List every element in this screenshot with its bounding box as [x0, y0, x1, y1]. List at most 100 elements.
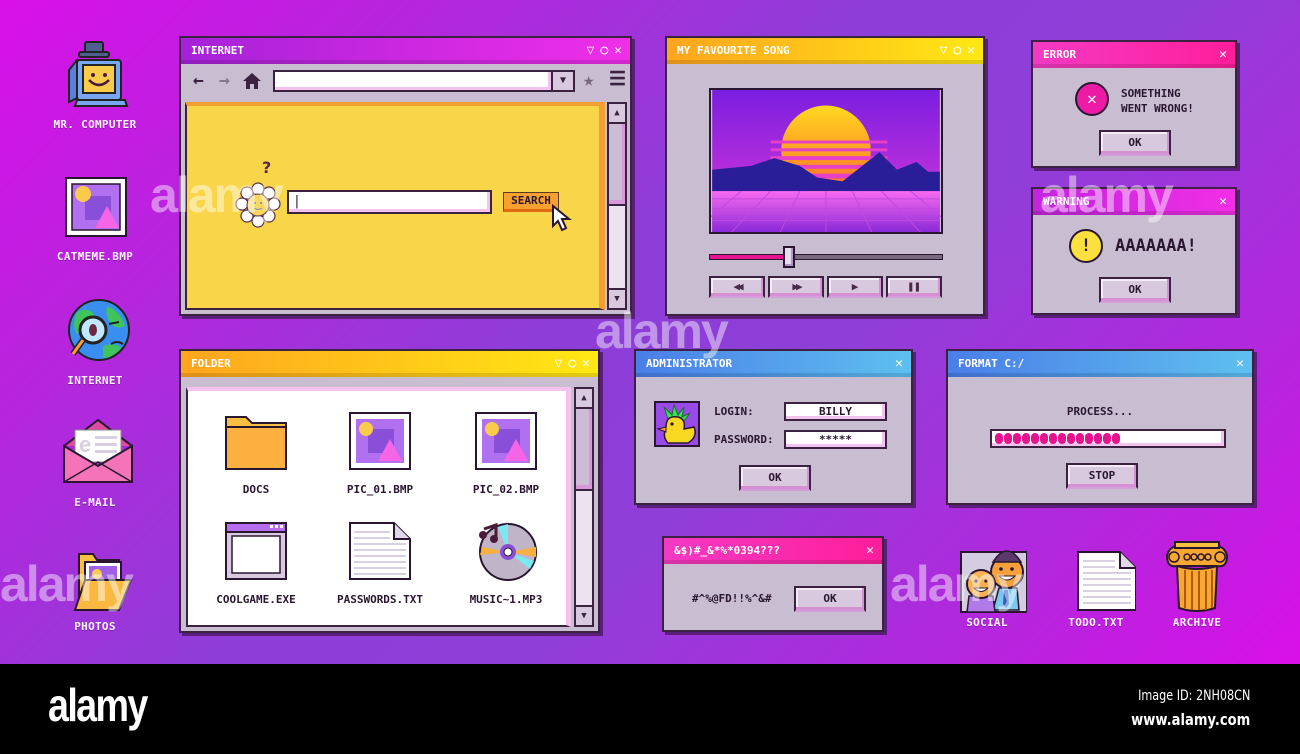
folder-item-pic-02[interactable]: PIC_02.BMP — [456, 411, 556, 496]
close-icon[interactable]: ✕ — [582, 351, 590, 377]
scroll-thumb[interactable] — [609, 124, 625, 206]
warning-title-bar[interactable]: WARNING ✕ — [1033, 189, 1235, 215]
slider-knob[interactable] — [782, 246, 795, 268]
desktop-icon-label: MR. COMPUTER — [53, 118, 137, 131]
folder-item-passwords[interactable]: PASSWORDS.TXT — [330, 521, 430, 606]
warning-ok-button[interactable]: OK — [1099, 277, 1171, 303]
alamy-logo: alamy — [48, 679, 148, 731]
desktop-icon-mr-computer[interactable]: MR. COMPUTER — [35, 40, 155, 131]
back-icon[interactable]: ← — [193, 70, 204, 91]
image-icon — [475, 412, 537, 470]
play-button[interactable]: ▶ — [827, 276, 883, 298]
desktop-icon-photos[interactable]: PHOTOS — [35, 542, 155, 633]
internet-title-bar[interactable]: INTERNET ▽ ○ ✕ — [181, 38, 630, 64]
progress-segment — [1049, 433, 1057, 444]
scroll-up-arrow[interactable]: ▲ — [609, 104, 625, 124]
folder-title-bar[interactable]: FOLDER ▽ ○ ✕ — [181, 351, 598, 377]
address-dropdown-button[interactable]: ▼ — [553, 70, 575, 92]
close-icon[interactable]: ✕ — [967, 38, 975, 64]
desktop: MR. COMPUTER CATMEME.BMP INTERNET e E-MA… — [0, 0, 1300, 664]
footer-bar: alamy Image ID: 2NH08CN www.alamy.com — [0, 664, 1300, 754]
internet-window: INTERNET ▽ ○ ✕ ← → ▼ ★ ☰ ? | SEARCH ▲ ▼ — [179, 36, 632, 316]
progress-segment — [995, 433, 1003, 444]
format-status: PROCESS... — [1066, 405, 1134, 418]
window-title: MY FAVOURITE SONG — [677, 44, 790, 57]
fast-forward-button[interactable]: ▶▶ — [768, 276, 824, 298]
error-icon: ✕ — [1075, 82, 1109, 116]
player-title-bar[interactable]: MY FAVOURITE SONG ▽ ○ ✕ — [667, 38, 983, 64]
maximize-icon[interactable]: ○ — [600, 38, 608, 64]
folder-window: FOLDER ▽ ○ ✕ DOCS PIC_01.BMP PIC_02.BMP — [179, 349, 600, 633]
window-title: &$)#_&*%*0394??? — [674, 544, 780, 557]
password-label: PASSWORD: — [714, 433, 774, 446]
glitch-title-bar[interactable]: &$)#_&*%*0394??? ✕ — [664, 538, 882, 564]
maximize-icon[interactable]: ○ — [568, 351, 576, 377]
glitch-message: #^%@FD!!%^&# — [692, 592, 772, 605]
folder-item-pic-01[interactable]: PIC_01.BMP — [330, 411, 430, 496]
cursor-icon — [552, 204, 572, 232]
format-progress-fill — [995, 433, 1221, 444]
close-icon[interactable]: ✕ — [895, 351, 903, 377]
close-icon[interactable]: ✕ — [614, 38, 622, 64]
scroll-thumb[interactable] — [576, 409, 592, 491]
desktop-icon-social[interactable]: SOCIAL — [927, 538, 1047, 629]
internet-scrollbar[interactable]: ▲ ▼ — [607, 102, 627, 310]
close-icon[interactable]: ✕ — [866, 538, 874, 564]
browser-toolbar: ← → ▼ ★ ☰ — [181, 64, 630, 98]
format-title-bar[interactable]: FORMAT C:/ ✕ — [948, 351, 1252, 377]
close-icon[interactable]: ✕ — [1236, 351, 1244, 377]
globe-icon — [55, 296, 135, 372]
image-icon — [349, 412, 411, 470]
error-ok-button[interactable]: OK — [1099, 130, 1171, 156]
text-file-icon — [349, 522, 411, 580]
address-bar[interactable] — [273, 70, 553, 92]
browser-page: ? | SEARCH — [185, 102, 605, 310]
desktop-icon-internet[interactable]: INTERNET — [35, 296, 155, 387]
album-art-sunset — [709, 88, 943, 234]
search-input[interactable]: | — [287, 190, 492, 214]
minimize-icon[interactable]: ▽ — [587, 38, 595, 64]
rewind-button[interactable]: ◀◀ — [709, 276, 765, 298]
close-icon[interactable]: ✕ — [1219, 189, 1227, 215]
star-icon[interactable]: ★ — [583, 69, 594, 91]
folder-item-docs[interactable]: DOCS — [206, 411, 306, 496]
desktop-icon-email[interactable]: e E-MAIL — [35, 418, 155, 509]
maximize-icon[interactable]: ○ — [953, 38, 961, 64]
desktop-icon-catmeme[interactable]: CATMEME.BMP — [35, 172, 155, 263]
admin-title-bar[interactable]: ADMINISTRATOR ✕ — [636, 351, 911, 377]
folder-item-music[interactable]: MUSIC~1.MP3 — [456, 521, 556, 606]
folder-icon — [225, 416, 287, 470]
song-progress-slider[interactable] — [709, 246, 943, 268]
minimize-icon[interactable]: ▽ — [555, 351, 563, 377]
home-icon[interactable] — [243, 73, 261, 93]
glitch-dialog: &$)#_&*%*0394??? ✕ #^%@FD!!%^&# OK — [662, 536, 884, 632]
window-title: FOLDER — [191, 357, 231, 370]
admin-ok-button[interactable]: OK — [739, 465, 811, 491]
progress-segment — [1013, 433, 1021, 444]
error-title-bar[interactable]: ERROR ✕ — [1033, 42, 1235, 68]
pause-button[interactable]: ❚❚ — [886, 276, 942, 298]
computer-icon — [55, 40, 135, 116]
window-title: INTERNET — [191, 44, 244, 57]
password-field[interactable]: ***** — [784, 430, 887, 449]
desktop-icon-archive[interactable]: ARCHIVE — [1137, 538, 1257, 629]
window-title: ERROR — [1043, 48, 1077, 61]
login-field[interactable]: BILLY — [784, 402, 887, 421]
minimize-icon[interactable]: ▽ — [940, 38, 948, 64]
folder-item-coolgame[interactable]: COOLGAME.EXE — [206, 521, 306, 606]
close-icon[interactable]: ✕ — [1219, 42, 1227, 68]
forward-icon[interactable]: → — [219, 70, 230, 91]
folder-scrollbar[interactable]: ▲ ▼ — [574, 387, 594, 627]
warning-icon: ! — [1069, 229, 1103, 263]
format-progress-bar — [990, 429, 1226, 448]
warning-dialog: WARNING ✕ ! AAAAAAA! OK — [1031, 187, 1237, 315]
flower-mascot-icon — [235, 182, 281, 228]
glitch-ok-button[interactable]: OK — [794, 586, 866, 612]
stop-button[interactable]: STOP — [1066, 463, 1138, 489]
scroll-down-arrow[interactable]: ▼ — [609, 288, 625, 308]
scroll-up-arrow[interactable]: ▲ — [576, 389, 592, 409]
duck-avatar-icon — [654, 401, 700, 447]
window-title: FORMAT C:/ — [958, 357, 1025, 370]
menu-icon[interactable]: ☰ — [609, 68, 626, 90]
scroll-down-arrow[interactable]: ▼ — [576, 605, 592, 625]
